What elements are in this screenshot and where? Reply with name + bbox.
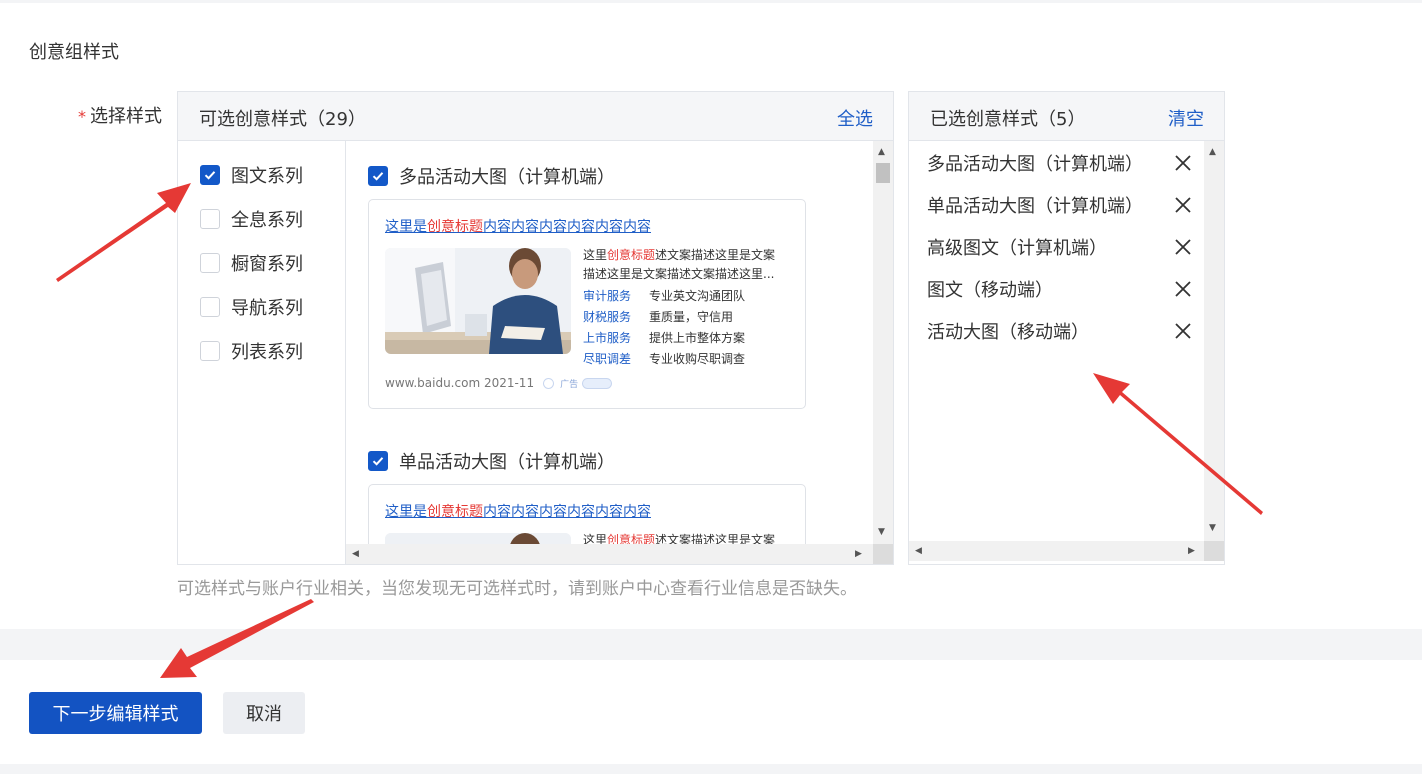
preview-links: 审计服务 专业英文沟通团队 财税服务 重质量，守信用 上市服务 提供上市整体方案 尽职…: [583, 289, 746, 366]
select-all-link[interactable]: 全选: [837, 105, 873, 131]
selected-styles-panel: 已选创意样式（5） 清空 多品活动大图（计算机端） 单品活动大图（计算机端） 高…: [908, 91, 1225, 565]
checkbox-checked[interactable]: [200, 165, 220, 185]
selected-item-label: 图文（移动端）: [927, 280, 1053, 301]
clear-link[interactable]: 清空: [1168, 105, 1204, 131]
close-icon[interactable]: [1174, 280, 1192, 298]
series-item-showcase[interactable]: 橱窗系列: [200, 250, 303, 276]
scroll-corner: [1204, 541, 1224, 561]
cancel-button[interactable]: 取消: [223, 692, 305, 734]
style-item-header[interactable]: 多品活动大图（计算机端）: [368, 163, 808, 189]
preview-image: [385, 533, 571, 544]
selected-list-vertical-scrollbar[interactable]: ▲ ▼: [1204, 141, 1224, 541]
close-icon[interactable]: [1174, 322, 1192, 340]
scroll-down-icon[interactable]: ▼: [1209, 523, 1216, 533]
selected-styles-title: 已选创意样式（5）: [930, 109, 1086, 130]
preview-description: 这里创意标题述文案描述这里是文案 描述这里是文案描述文案描述这里...: [583, 248, 776, 281]
selected-item: 图文（移动端）: [927, 276, 1191, 302]
style-label: 多品活动大图（计算机端）: [399, 167, 615, 188]
series-label: 橱窗系列: [231, 254, 303, 275]
selected-item: 高级图文（计算机端）: [927, 234, 1191, 260]
selected-item-label: 活动大图（移动端）: [927, 322, 1089, 343]
checkbox-checked[interactable]: [368, 166, 388, 186]
selected-item: 活动大图（移动端）: [927, 318, 1191, 344]
scroll-left-icon[interactable]: ◀: [915, 546, 922, 556]
series-item-graphic[interactable]: 图文系列: [200, 162, 303, 188]
checkbox[interactable]: [200, 341, 220, 361]
check-icon: [204, 171, 216, 180]
next-edit-style-button[interactable]: 下一步编辑样式: [29, 692, 202, 734]
industry-hint: 可选样式与账户行业相关，当您发现无可选样式时，请到账户中心查看行业信息是否缺失。: [177, 579, 857, 599]
verified-icon: [543, 377, 555, 389]
close-icon[interactable]: [1174, 154, 1192, 172]
selected-item-label: 多品活动大图（计算机端）: [927, 154, 1143, 175]
preview-title: 这里是创意标题内容内容内容内容内容内容: [385, 504, 651, 520]
available-styles-title: 可选创意样式（29）: [199, 109, 366, 130]
series-item-hologram[interactable]: 全息系列: [200, 206, 303, 232]
selected-item: 多品活动大图（计算机端）: [927, 150, 1191, 176]
preview-image: [385, 248, 571, 354]
available-styles-panel: 可选创意样式（29） 全选 图文系列 全息系列 橱窗系列 导航系列 列表系列 多…: [177, 91, 894, 565]
series-item-list[interactable]: 列表系列: [200, 338, 303, 364]
style-preview: 这里是创意标题内容内容内容内容内容内容 这里创意标题述文案描述这里是文案: [368, 484, 806, 544]
series-label: 图文系列: [231, 166, 303, 187]
selected-item-label: 单品活动大图（计算机端）: [927, 196, 1143, 217]
style-list: 多品活动大图（计算机端） 这里是创意标题内容内容内容内容内容内容 这里创意标题述…: [346, 141, 873, 544]
series-list: 图文系列 全息系列 橱窗系列 导航系列 列表系列: [178, 141, 346, 564]
selected-item: 单品活动大图（计算机端）: [927, 192, 1191, 218]
scroll-right-icon[interactable]: ▶: [1188, 546, 1195, 556]
required-mark: *: [78, 107, 86, 126]
checkbox[interactable]: [200, 297, 220, 317]
scroll-left-icon[interactable]: ◀: [352, 549, 359, 559]
select-style-label: * 选择样式: [78, 102, 162, 128]
preview-footer: www.baidu.com 2021-11 广告: [385, 376, 613, 390]
scroll-right-icon[interactable]: ▶: [855, 549, 862, 559]
series-item-navigation[interactable]: 导航系列: [200, 294, 303, 320]
series-label: 导航系列: [231, 298, 303, 319]
style-preview: 这里是创意标题内容内容内容内容内容内容 这里创意标题述文案描述这里是文案 描述这…: [368, 199, 806, 409]
style-list-horizontal-scrollbar[interactable]: ◀ ▶: [346, 544, 873, 564]
checkbox-checked[interactable]: [368, 451, 388, 471]
scroll-corner: [873, 544, 893, 564]
style-list-vertical-scrollbar[interactable]: ▲ ▼: [873, 141, 893, 544]
shield-badge-icon: [582, 377, 613, 389]
scroll-up-icon[interactable]: ▲: [878, 147, 885, 157]
scroll-down-icon[interactable]: ▼: [878, 527, 885, 537]
selected-item-label: 高级图文（计算机端）: [927, 238, 1107, 259]
preview-title: 这里是创意标题内容内容内容内容内容内容: [385, 219, 651, 235]
style-label: 单品活动大图（计算机端）: [399, 452, 615, 473]
selected-list-horizontal-scrollbar[interactable]: ◀ ▶: [909, 541, 1204, 561]
select-style-label-text: 选择样式: [90, 106, 162, 127]
available-styles-header: 可选创意样式（29） 全选: [178, 92, 893, 141]
check-icon: [372, 172, 384, 181]
section-title: 创意组样式: [29, 42, 119, 63]
style-item-header[interactable]: 单品活动大图（计算机端）: [368, 448, 808, 474]
checkbox[interactable]: [200, 253, 220, 273]
close-icon[interactable]: [1174, 238, 1192, 256]
series-label: 全息系列: [231, 210, 303, 231]
series-label: 列表系列: [231, 342, 303, 363]
style-item-multi-product: 多品活动大图（计算机端） 这里是创意标题内容内容内容内容内容内容 这里创意标题述…: [368, 163, 808, 409]
scroll-thumb[interactable]: [876, 163, 890, 183]
checkbox[interactable]: [200, 209, 220, 229]
check-icon: [372, 457, 384, 466]
preview-description: 这里创意标题述文案描述这里是文案: [583, 533, 776, 544]
close-icon[interactable]: [1174, 196, 1192, 214]
action-bar: [0, 660, 1422, 764]
scroll-up-icon[interactable]: ▲: [1209, 147, 1216, 157]
selected-styles-header: 已选创意样式（5） 清空: [909, 92, 1224, 141]
style-item-single-product: 单品活动大图（计算机端） 这里是创意标题内容内容内容内容内容内容 这里创意标题述…: [368, 448, 808, 544]
